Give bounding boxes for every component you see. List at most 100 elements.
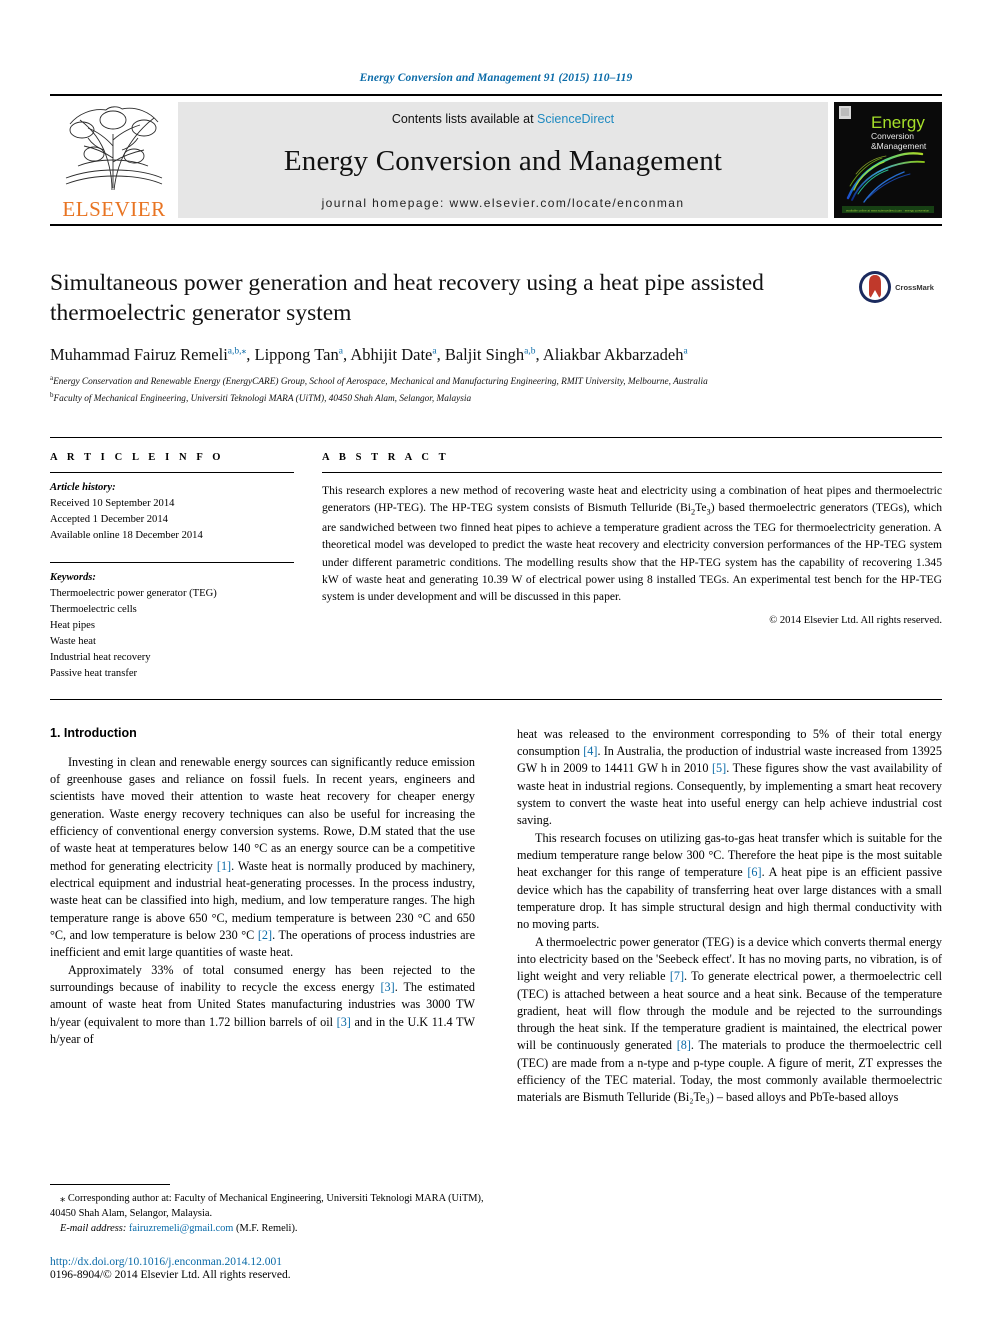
author-marks: a [432, 346, 437, 357]
author-item: Baljit Singha,b [445, 345, 536, 364]
author-marks: a,b [524, 346, 536, 357]
citation-link[interactable]: [1] [217, 859, 231, 873]
affiliation-text: Faculty of Mechanical Engineering, Unive… [53, 394, 472, 405]
svg-text:available online at www.scienc: available online at www.sciencedirect.co… [846, 209, 930, 213]
abstract-copyright: © 2014 Elsevier Ltd. All rights reserved… [769, 614, 942, 626]
citation-link[interactable]: [4] [583, 744, 597, 758]
email-suffix: (M.F. Remeli). [236, 1222, 298, 1234]
info-abstract-region: A R T I C L E I N F O Article history: R… [50, 436, 942, 683]
paragraph: heat was released to the environment cor… [517, 726, 942, 830]
svg-text:Conversion: Conversion [871, 131, 914, 141]
elsevier-wordmark: ELSEVIER [62, 197, 166, 221]
body-columns: 1. Introduction Investing in clean and r… [50, 726, 942, 1107]
affiliation-item: aEnergy Conservation and Renewable Energ… [50, 373, 942, 390]
email-label: E-mail address: [60, 1222, 127, 1234]
article-info-column: A R T I C L E I N F O Article history: R… [50, 452, 322, 683]
masthead-bottom-rule [50, 224, 942, 226]
article-info-heading: A R T I C L E I N F O [50, 451, 225, 463]
journal-homepage-line[interactable]: journal homepage: www.elsevier.com/locat… [322, 196, 685, 210]
paper-page: Energy Conversion and Management 91 (201… [0, 0, 992, 1323]
keyword-item: Passive heat transfer [50, 668, 138, 680]
contents-available-line: Contents lists available at ScienceDirec… [392, 112, 614, 126]
cover-artwork: Energy Conversion &Management available … [834, 102, 942, 218]
svg-text:Energy: Energy [871, 113, 925, 132]
doi-block: http://dx.doi.org/10.1016/j.enconman.201… [50, 1256, 490, 1281]
paragraph: A thermoelectric power generator (TEG) i… [517, 934, 942, 1107]
title-block: Simultaneous power generation and heat r… [50, 268, 942, 328]
doi-link[interactable]: http://dx.doi.org/10.1016/j.enconman.201… [50, 1256, 490, 1268]
journal-cover-thumbnail: Energy Conversion &Management available … [834, 102, 942, 218]
abstract-text: This research explores a new method of r… [322, 473, 942, 606]
keyword-item: Industrial heat recovery [50, 652, 151, 664]
history-item: Received 10 September 2014 [50, 497, 175, 509]
affiliation-list: aEnergy Conservation and Renewable Energ… [50, 373, 942, 406]
crossmark-icon [859, 271, 892, 303]
paragraph: Investing in clean and renewable energy … [50, 754, 475, 962]
body-column-left: 1. Introduction Investing in clean and r… [50, 726, 475, 1107]
citation-link[interactable]: [5] [712, 761, 726, 775]
elsevier-tree-icon [65, 106, 163, 191]
citation-link[interactable]: [6] [747, 865, 761, 879]
keyword-item: Heat pipes [50, 620, 96, 632]
citation-link[interactable]: [3] [380, 980, 394, 994]
title-text-wrap: Simultaneous power generation and heat r… [50, 268, 850, 328]
author-name: Aliakbar Akbarzadeh [542, 345, 684, 365]
keyword-item: Thermoelectric power generator (TEG) [50, 588, 217, 600]
history-item: Available online 18 December 2014 [50, 529, 203, 541]
body-top-rule [50, 698, 942, 700]
contents-prefix: Contents lists available at [391, 112, 538, 126]
masthead-center-panel: Contents lists available at ScienceDirec… [178, 102, 828, 218]
keywords-label: Keywords: [50, 571, 96, 583]
author-marks: a [683, 346, 688, 357]
svg-text:&Management: &Management [871, 141, 927, 151]
citation-link[interactable]: [8] [677, 1038, 691, 1052]
author-name: Muhammad Fairuz Remeli [50, 345, 228, 365]
elsevier-logo: ELSEVIER [50, 96, 178, 224]
author-marks: a [338, 346, 343, 357]
keywords-block: Keywords: Thermoelectric power generator… [50, 563, 294, 683]
footnote-area: ⁎ Corresponding author at: Faculty of Me… [50, 1183, 490, 1281]
corresponding-star-icon: ⁎ [241, 346, 247, 357]
keyword-item: Waste heat [50, 636, 96, 648]
author-name: Lippong Tan [254, 345, 339, 365]
author-item: Abhijit Datea [350, 345, 436, 364]
sciencedirect-link[interactable]: ScienceDirect [537, 112, 614, 126]
paragraph: This research focuses on utilizing gas-t… [517, 830, 942, 934]
article-history-label: Article history: [50, 481, 116, 493]
citation-link[interactable]: [3] [337, 1015, 351, 1029]
affiliation-text: Energy Conservation and Renewable Energy… [53, 377, 708, 388]
corresponding-author-note: ⁎ Corresponding author at: Faculty of Me… [50, 1191, 490, 1221]
citation-link[interactable]: [7] [670, 969, 684, 983]
affiliation-item: bFaculty of Mechanical Engineering, Univ… [50, 390, 942, 407]
corresponding-author-text: Corresponding author at: Faculty of Mech… [50, 1192, 484, 1219]
author-name: Abhijit Date [350, 345, 433, 365]
author-marks: a,b, [227, 346, 242, 357]
section-heading-introduction: 1. Introduction [50, 725, 137, 740]
crossmark-label: CrossMark [895, 282, 934, 292]
email-note: E-mail address: fairuzremeli@gmail.com (… [50, 1221, 490, 1236]
journal-title: Energy Conversion and Management [283, 144, 723, 177]
running-head: Energy Conversion and Management 91 (201… [359, 72, 633, 84]
page-title: Simultaneous power generation and heat r… [50, 270, 764, 327]
author-item: Lippong Tana [255, 345, 343, 364]
keyword-item: Thermoelectric cells [50, 604, 137, 616]
author-item: Aliakbar Akbarzadeha [543, 345, 688, 364]
corresponding-mark-icon: ⁎ [60, 1192, 66, 1204]
footnote-rule [50, 1183, 170, 1185]
body-column-right: heat was released to the environment cor… [517, 726, 942, 1107]
author-item: Muhammad Fairuz Remelia,b,⁎ [50, 345, 246, 364]
crossmark-badge[interactable]: CrossMark [850, 268, 942, 304]
abstract-column: A B S T R A C T This research explores a… [322, 452, 942, 683]
crossmark-row: CrossMark [858, 270, 934, 304]
abstract-part-2: Te [695, 500, 707, 514]
citation-link[interactable]: [2] [258, 928, 272, 942]
paragraph: Approximately 33% of total consumed ener… [50, 962, 475, 1049]
journal-masthead: ELSEVIER Contents lists available at Sci… [50, 94, 942, 224]
issn-copyright-line: 0196-8904/© 2014 Elsevier Ltd. All right… [50, 1269, 291, 1281]
article-history-block: Article history: Received 10 September 2… [50, 473, 294, 544]
author-list: Muhammad Fairuz Remelia,b,⁎, Lippong Tan… [50, 345, 688, 365]
abstract-heading: A B S T R A C T [322, 451, 450, 463]
paragraph-text: Investing in clean and renewable energy … [50, 754, 475, 873]
email-link[interactable]: fairuzremeli@gmail.com [129, 1223, 234, 1234]
abstract-part-3: ) based thermoelectric generators (TEGs)… [322, 500, 943, 604]
